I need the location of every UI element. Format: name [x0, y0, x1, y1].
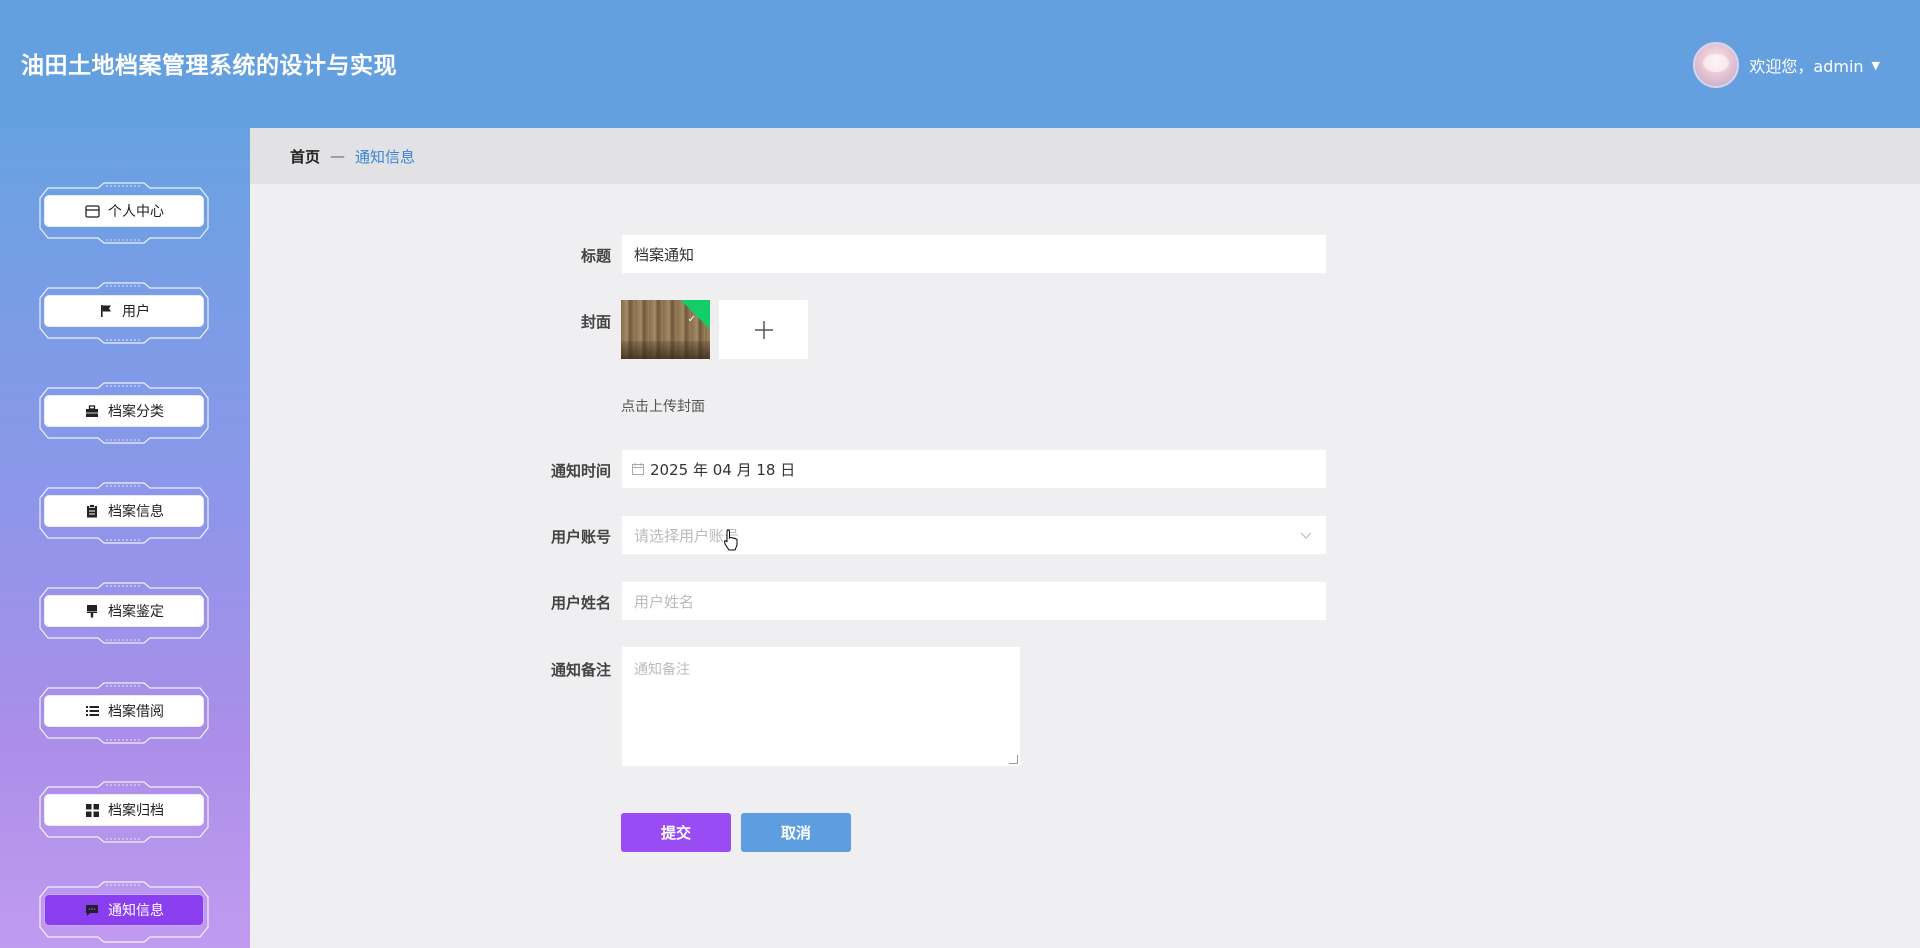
date-picker[interactable]: 2025 年 04 月 18 日: [621, 449, 1327, 489]
time-label: 通知时间: [550, 462, 611, 480]
list-icon: [84, 703, 100, 719]
check-icon: ✓: [687, 314, 696, 325]
chevron-down-icon: [1300, 526, 1312, 544]
nav-button[interactable]: 档案鉴定: [45, 596, 203, 626]
message-icon: [84, 902, 100, 918]
caret-down-icon[interactable]: ▼: [1872, 59, 1880, 72]
breadcrumb-current: 通知信息: [355, 147, 416, 166]
user-menu[interactable]: 欢迎您，admin ▼: [1693, 42, 1880, 88]
submit-button[interactable]: 提交: [621, 813, 731, 852]
plus-icon: [754, 320, 773, 339]
nav-button[interactable]: 档案分类: [45, 396, 203, 426]
brush-icon: [84, 603, 100, 619]
sidebar-item-notice[interactable]: 通知信息: [38, 879, 210, 945]
remark-textarea[interactable]: 通知备注: [621, 646, 1021, 767]
time-value: 2025 年 04 月 18 日: [650, 460, 796, 479]
sidebar-item-personal-center[interactable]: 个人中心: [38, 180, 210, 246]
nav-button[interactable]: 档案信息: [45, 496, 203, 526]
sidebar-item-label: 档案鉴定: [108, 604, 164, 620]
cover-upload-hint: 点击上传封面: [621, 399, 705, 415]
breadcrumb-home[interactable]: 首页: [290, 146, 320, 167]
welcome-text[interactable]: 欢迎您，admin: [1749, 53, 1863, 77]
sidebar-item-label: 档案信息: [108, 504, 164, 520]
flag-icon: [98, 303, 114, 319]
nav-button[interactable]: 通知信息: [45, 895, 203, 925]
upload-button[interactable]: [719, 300, 808, 359]
account-label: 用户账号: [550, 528, 611, 546]
app-title: 油田土地档案管理系统的设计与实现: [21, 53, 397, 79]
nav-button[interactable]: 档案借阅: [45, 696, 203, 726]
title-input[interactable]: 档案通知: [621, 234, 1327, 274]
name-placeholder: 用户姓名: [634, 592, 695, 611]
hand-cursor-icon: [723, 529, 738, 551]
cover-image[interactable]: ✓: [621, 300, 710, 359]
sidebar-item-archive-info[interactable]: 档案信息: [38, 480, 210, 546]
breadcrumb: 首页 — 通知信息: [250, 128, 1920, 184]
sidebar-item-label: 档案借阅: [108, 704, 164, 720]
remark-placeholder: 通知备注: [634, 662, 690, 678]
sidebar-item-archive-appraisal[interactable]: 档案鉴定: [38, 580, 210, 646]
sidebar-item-users[interactable]: 用户: [38, 280, 210, 346]
cover-label: 封面: [580, 313, 611, 331]
sidebar-item-label: 个人中心: [108, 204, 164, 220]
clipboard-icon: [84, 503, 100, 519]
breadcrumb-separator: —: [330, 147, 346, 165]
title-value: 档案通知: [634, 245, 695, 264]
sidebar-item-archive-category[interactable]: 档案分类: [38, 380, 210, 446]
name-input[interactable]: 用户姓名: [621, 581, 1327, 621]
sidebar-item-label: 档案分类: [108, 404, 164, 420]
sidebar-item-archive-filing[interactable]: 档案归档: [38, 779, 210, 845]
briefcase-icon: [84, 403, 100, 419]
resize-handle-icon[interactable]: [1009, 755, 1018, 764]
nav-button[interactable]: 个人中心: [45, 196, 203, 226]
sidebar-item-label: 用户: [122, 304, 150, 320]
nav-button[interactable]: 档案归档: [45, 795, 203, 825]
wallet-icon: [84, 203, 100, 219]
top-header: 油田土地档案管理系统的设计与实现 欢迎您，admin ▼: [0, 0, 1920, 128]
nav-button[interactable]: 用户: [45, 296, 203, 326]
sidebar-item-label: 档案归档: [108, 803, 164, 819]
avatar[interactable]: [1693, 42, 1740, 88]
name-label: 用户姓名: [550, 594, 611, 612]
sidebar-item-archive-borrow[interactable]: 档案借阅: [38, 680, 210, 746]
sidebar-item-label: 通知信息: [108, 903, 164, 919]
title-label: 标题: [580, 247, 611, 265]
calendar-icon: [632, 463, 644, 475]
cancel-button[interactable]: 取消: [741, 813, 851, 852]
grid-icon: [84, 802, 100, 818]
remark-label: 通知备注: [550, 661, 611, 679]
